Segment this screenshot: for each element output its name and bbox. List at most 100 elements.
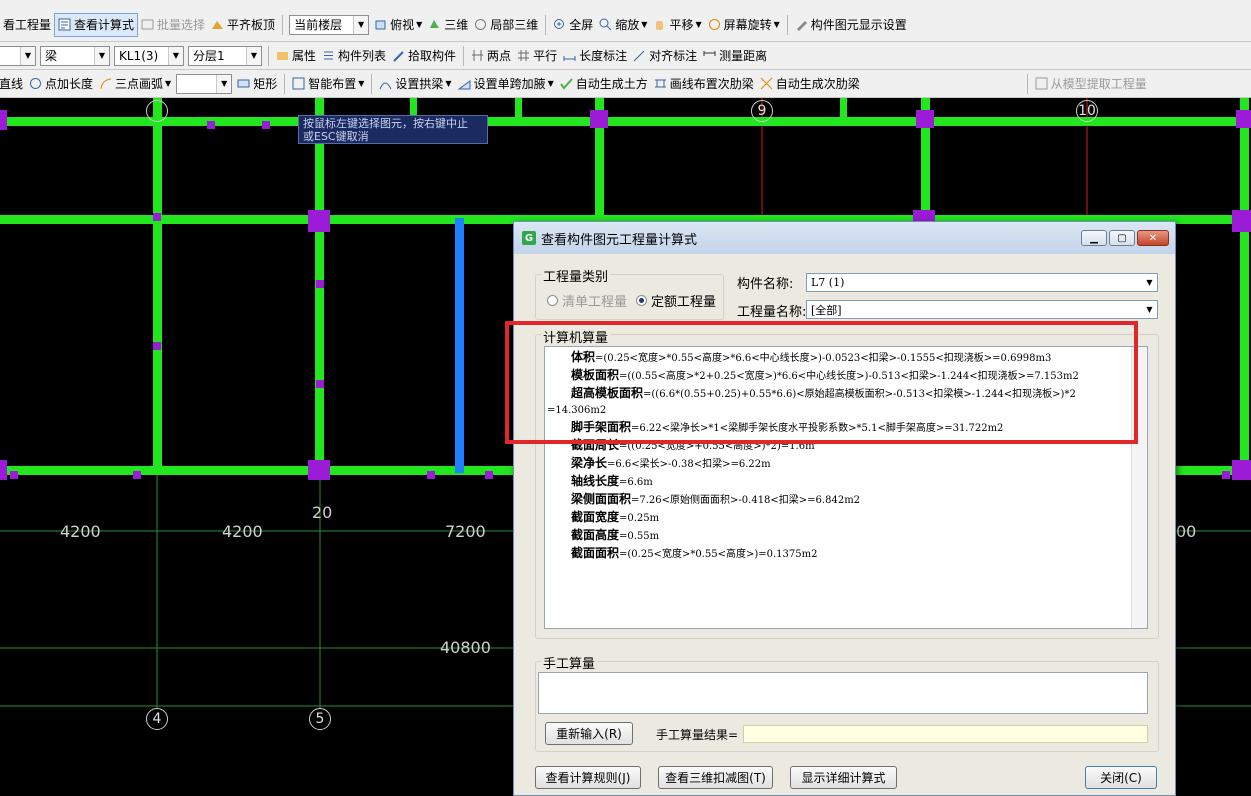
properties-icon <box>276 49 289 62</box>
dimension-label: 40800 <box>440 638 491 657</box>
close-dialog-label: 关闭(C) <box>1100 771 1142 785</box>
properties-button[interactable]: 属性 <box>273 45 319 67</box>
component-list-button[interactable]: 构件列表 <box>319 45 389 67</box>
measure-distance-button[interactable]: 测量距离 <box>700 45 770 67</box>
batch-select-button[interactable]: 批量选择 <box>138 14 208 36</box>
view-rules-button[interactable]: 查看计算规则(J) <box>535 766 641 789</box>
chevron-down-icon: ▼ <box>165 79 172 88</box>
formula-quantity-name: 轴线长度 <box>571 474 620 488</box>
separator <box>786 14 788 35</box>
tooltip-line: 按鼠标左键选择图元，按右键中止 <box>303 117 468 130</box>
close-window-button[interactable]: ✕ <box>1137 230 1169 246</box>
parallel-button[interactable]: 平行 <box>514 45 560 67</box>
chevron-down-icon: ▼ <box>216 74 232 93</box>
align-slab-top-button[interactable]: 平齐板顶 <box>208 14 278 36</box>
zoom-button[interactable]: 缩放 ▼ <box>596 14 650 36</box>
formula-quantity-name: 截面宽度 <box>571 510 620 524</box>
align-dim-button[interactable]: 对齐标注 <box>630 45 700 67</box>
align-dim-icon <box>633 49 646 62</box>
extract-icon <box>1035 77 1048 90</box>
maximize-button[interactable]: ▢ <box>1109 230 1135 246</box>
manual-result-field <box>743 725 1148 743</box>
hand-icon <box>653 18 666 31</box>
dimension-label: 4200 <box>60 522 101 541</box>
3d-icon <box>428 18 441 31</box>
view-quantity-button[interactable]: 看工程量 <box>0 14 54 36</box>
formula-expression: =0.25m <box>619 513 660 524</box>
formula-quantity-name: 梁侧面面积 <box>571 492 632 506</box>
length-dim-button[interactable]: 长度标注 <box>560 45 630 67</box>
element-category-combo[interactable]: 梁 ▼ <box>40 45 110 66</box>
view-3d-deduction-button[interactable]: 查看三维扣减图(T) <box>658 766 773 789</box>
set-haunch-button[interactable]: 设置单跨加腋 ▼ <box>455 73 557 95</box>
three-point-arc-button[interactable]: 三点画弧 ▼ <box>96 73 174 95</box>
batch-select-label: 批量选择 <box>157 18 206 32</box>
close-dialog-button[interactable]: 关闭(C) <box>1085 766 1157 789</box>
separator <box>268 45 269 66</box>
radio-dot <box>547 295 558 306</box>
radio-bill-quantity[interactable]: 清单工程量 <box>547 291 627 310</box>
layer-combo[interactable]: 分层1 ▼ <box>188 45 262 66</box>
formula-expression: =6.6<梁长>-0.38<扣梁>=6.22m <box>607 459 771 470</box>
haunch-icon <box>457 77 471 90</box>
point-length-button[interactable]: 点加长度 <box>26 73 96 95</box>
formula-line: 截面宽度=0.25m <box>545 509 1147 527</box>
pick-component-button[interactable]: 拾取构件 <box>389 45 459 67</box>
element-name-value: KL1(3) <box>119 48 159 63</box>
dialog-titlebar[interactable]: G 查看构件图元工程量计算式 ▁ ▢ ✕ <box>514 222 1175 254</box>
reinput-button[interactable]: 重新输入(R) <box>545 722 633 745</box>
local-3d-button[interactable]: 局部三维 <box>471 14 541 36</box>
axis-label: 9 <box>757 103 767 119</box>
separator <box>545 14 547 35</box>
line-button[interactable]: 直线 <box>0 73 26 95</box>
auto-rib-beam-button[interactable]: 自动生成次肋梁 <box>757 73 863 95</box>
dialog-title: 查看构件图元工程量计算式 <box>541 232 698 248</box>
view-formula-button[interactable]: 查看计算式 <box>54 12 139 37</box>
component-name-label: 构件名称: <box>737 277 794 292</box>
settings-icon <box>795 18 808 31</box>
smart-layout-button[interactable]: 智能布置 ▼ <box>289 73 367 95</box>
radio-quota-label: 定额工程量 <box>651 295 717 310</box>
selected-beam-l7[interactable] <box>455 218 464 473</box>
axis-marker-10: 10 <box>1076 100 1098 122</box>
top-view-button[interactable]: 俯视 ▼ <box>371 14 425 36</box>
draw-rib-beam-button[interactable]: 画线布置次肋梁 <box>651 73 757 95</box>
three-point-arc-label: 三点画弧 <box>115 77 164 91</box>
display-settings-button[interactable]: 构件图元显示设置 <box>792 14 910 36</box>
dimension-label: 00 <box>1176 522 1197 541</box>
floor-combo-value: 当前楼层 <box>294 18 343 32</box>
formula-line: 截面面积=(0.25<宽度>*0.55<高度>)=0.1375m2 <box>545 545 1147 563</box>
chevron-down-icon: ▼ <box>416 20 423 29</box>
batch-icon <box>141 18 154 31</box>
minimize-button[interactable]: ▁ <box>1081 230 1107 246</box>
extract-quantity-button[interactable]: 从模型提取工程量 <box>1032 73 1150 95</box>
component-name-combo[interactable]: L7 (1) ▼ <box>806 273 1158 292</box>
axis-label: 10 <box>1078 103 1096 119</box>
chevron-down-icon: ▼ <box>773 20 780 29</box>
element-type-combo[interactable]: ▼ <box>0 45 36 66</box>
auto-earthwork-button[interactable]: 自动生成土方 <box>557 73 651 95</box>
set-arch-beam-button[interactable]: 设置拱梁 ▼ <box>376 73 454 95</box>
rotate-screen-button[interactable]: 屏幕旋转 ▼ <box>705 14 783 36</box>
separator <box>371 73 373 94</box>
quantity-name-combo[interactable]: [全部] ▼ <box>806 300 1158 319</box>
pan-label: 平移 <box>669 18 694 32</box>
formula-expression: =6.6m <box>619 477 653 488</box>
radio-quota-quantity[interactable]: 定额工程量 <box>636 291 716 310</box>
floor-combo[interactable]: 当前楼层 ▼ <box>289 14 370 35</box>
fullscreen-button[interactable]: 全屏 <box>550 14 596 36</box>
element-name-combo[interactable]: KL1(3) ▼ <box>114 45 184 66</box>
3d-view-button[interactable]: 三维 <box>425 14 471 36</box>
show-detail-formula-button[interactable]: 显示详细计算式 <box>790 766 897 789</box>
two-points-button[interactable]: 两点 <box>468 45 514 67</box>
separator <box>282 14 284 35</box>
arch-icon <box>379 77 392 90</box>
rectangle-button[interactable]: 矩形 <box>234 73 280 95</box>
two-points-icon <box>471 49 484 62</box>
formula-expression: =(0.25<宽度>*0.55<高度>)=0.1375m2 <box>619 549 818 560</box>
manual-input-area[interactable] <box>538 672 1148 714</box>
line-label: 直线 <box>0 77 24 91</box>
arc-mode-combo[interactable]: ▼ <box>176 73 233 94</box>
pan-button[interactable]: 平移 ▼ <box>650 14 704 36</box>
auto-rib-beam-label: 自动生成次肋梁 <box>775 77 860 91</box>
